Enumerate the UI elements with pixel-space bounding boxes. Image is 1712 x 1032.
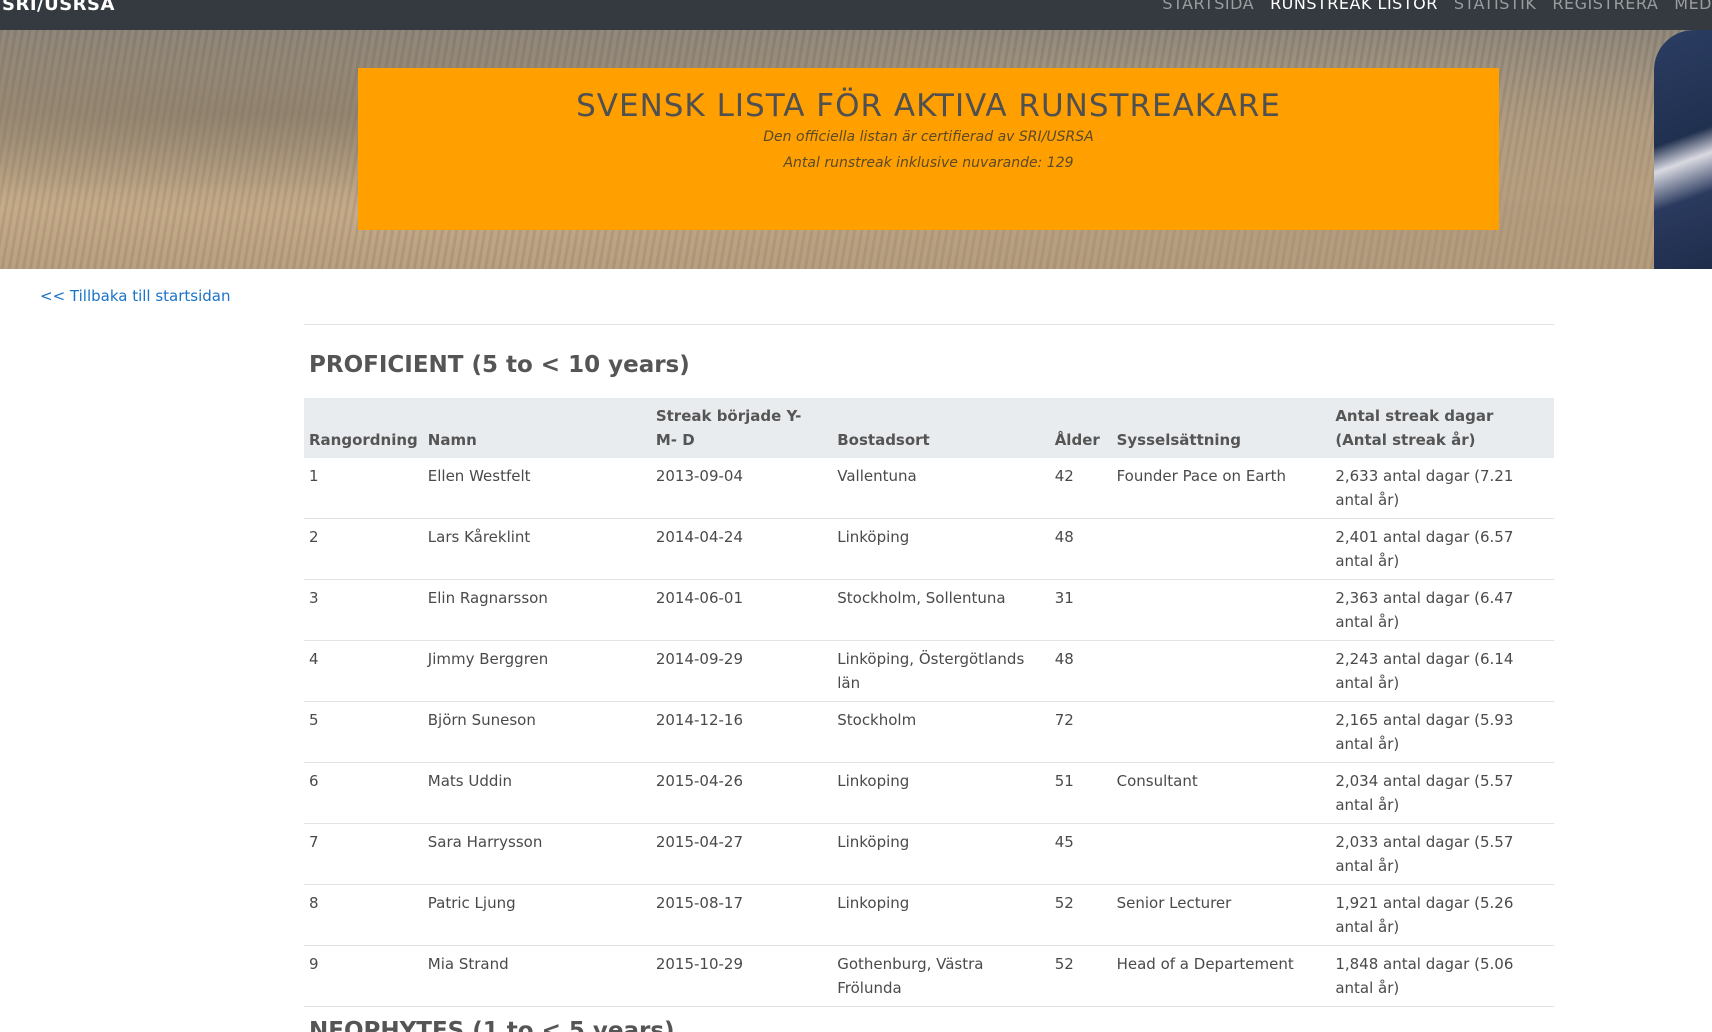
cell-age: 72	[1049, 701, 1112, 763]
top-navbar: SRI/USRSA STARTSIDA RUNSTREAK LISTOR STA…	[0, 0, 1712, 30]
table-row: 2 Lars Kåreklint 2014-04-24 Linköping 48…	[304, 518, 1554, 580]
cell-days: 2,165 antal dagar (5.93 antal år)	[1330, 701, 1554, 763]
cell-days: 1,848 antal dagar (5.06 antal år)	[1330, 945, 1554, 1007]
cell-age: 52	[1049, 884, 1112, 946]
page-title: SVENSK LISTA FÖR AKTIVA RUNSTREAKARE	[576, 88, 1281, 124]
cell-job	[1111, 579, 1331, 641]
cell-rank: 8	[304, 884, 423, 946]
table-row: 4 Jimmy Berggren 2014-09-29 Linköping, Ö…	[304, 640, 1554, 702]
cell-days: 2,633 antal dagar (7.21 antal år)	[1330, 458, 1554, 519]
cell-start: 2015-08-17	[650, 884, 833, 946]
cell-job	[1111, 823, 1331, 885]
cell-rank: 2	[304, 518, 423, 580]
cell-job: Senior Lecturer	[1111, 884, 1331, 946]
cell-days: 2,401 antal dagar (6.57 antal år)	[1330, 518, 1554, 580]
column-header-start: Streak började Y- M- D	[650, 398, 833, 458]
cell-job: Consultant	[1111, 762, 1331, 824]
cell-city: Stockholm	[832, 701, 1050, 763]
cell-name: Ellen Westfelt	[422, 458, 651, 519]
cell-city: Linköping	[832, 823, 1050, 885]
nav-link-registrera[interactable]: REGISTRERA	[1552, 0, 1658, 13]
cell-city: Linköping	[832, 518, 1050, 580]
cell-days: 2,243 antal dagar (6.14 antal år)	[1330, 640, 1554, 702]
cell-age: 51	[1049, 762, 1112, 824]
nav-link-statistik[interactable]: STATISTIK	[1454, 0, 1537, 13]
cell-start: 2014-12-16	[650, 701, 833, 763]
cell-city: Linkoping	[832, 762, 1050, 824]
table-row: 6 Mats Uddin 2015-04-26 Linkoping 51 Con…	[304, 762, 1554, 824]
cell-name: Lars Kåreklint	[422, 518, 651, 580]
divider	[304, 324, 1554, 325]
cell-age: 48	[1049, 640, 1112, 702]
cell-job	[1111, 701, 1331, 763]
back-to-start-link[interactable]: << Tillbaka till startsidan	[40, 287, 231, 305]
cell-name: Jimmy Berggren	[422, 640, 651, 702]
cell-rank: 6	[304, 762, 423, 824]
cell-city: Stockholm, Sollentuna	[832, 579, 1050, 641]
cell-age: 48	[1049, 518, 1112, 580]
column-header-age: Ålder	[1049, 398, 1112, 458]
nav-link-runstreak-listor[interactable]: RUNSTREAK LISTOR	[1270, 0, 1438, 13]
cell-age: 42	[1049, 458, 1112, 519]
cell-start: 2014-09-29	[650, 640, 833, 702]
cell-days: 1,921 antal dagar (5.26 antal år)	[1330, 884, 1554, 946]
column-header-rank: Rangordning	[304, 398, 423, 458]
table-row: 9 Mia Strand 2015-10-29 Gothenburg, Väst…	[304, 945, 1554, 1007]
banner-subtitle-certified: Den officiella listan är certifierad av …	[763, 129, 1094, 145]
nav-link-med[interactable]: MED	[1674, 0, 1712, 13]
section-title: PROFICIENT (5 to < 10 years)	[309, 352, 690, 378]
cell-start: 2013-09-04	[650, 458, 833, 519]
table-row: 1 Ellen Westfelt 2013-09-04 Vallentuna 4…	[304, 458, 1554, 519]
cell-name: Mats Uddin	[422, 762, 651, 824]
runstreak-table: Rangordning Namn Streak började Y- M- D …	[304, 398, 1554, 1007]
cell-city: Linköping, Östergötlands län	[832, 640, 1050, 702]
nav-links: STARTSIDA RUNSTREAK LISTOR STATISTIK REG…	[1162, 0, 1712, 13]
cell-days: 2,033 antal dagar (5.57 antal år)	[1330, 823, 1554, 885]
runner-image	[1654, 30, 1712, 269]
hero-image: SVENSK LISTA FÖR AKTIVA RUNSTREAKARE Den…	[0, 30, 1712, 269]
title-banner: SVENSK LISTA FÖR AKTIVA RUNSTREAKARE Den…	[358, 68, 1499, 230]
cell-age: 31	[1049, 579, 1112, 641]
table-header-row: Rangordning Namn Streak började Y- M- D …	[304, 398, 1554, 458]
cell-rank: 3	[304, 579, 423, 641]
cell-rank: 4	[304, 640, 423, 702]
table-row: 7 Sara Harrysson 2015-04-27 Linköping 45…	[304, 823, 1554, 885]
cell-job: Founder Pace on Earth	[1111, 458, 1331, 519]
column-header-city: Bostadsort	[832, 398, 1050, 458]
cell-days: 2,363 antal dagar (6.47 antal år)	[1330, 579, 1554, 641]
cell-start: 2015-04-26	[650, 762, 833, 824]
cell-city: Linkoping	[832, 884, 1050, 946]
column-header-name: Namn	[422, 398, 651, 458]
table-row: 8 Patric Ljung 2015-08-17 Linkoping 52 S…	[304, 884, 1554, 946]
cell-city: Gothenburg, Västra Frölunda	[832, 945, 1050, 1007]
cell-city: Vallentuna	[832, 458, 1050, 519]
cell-start: 2014-06-01	[650, 579, 833, 641]
cell-name: Sara Harrysson	[422, 823, 651, 885]
cell-start: 2015-10-29	[650, 945, 833, 1007]
nav-link-startsida[interactable]: STARTSIDA	[1162, 0, 1254, 13]
next-section-title: NEOPHYTES (1 to < 5 years)	[309, 1018, 675, 1032]
cell-name: Patric Ljung	[422, 884, 651, 946]
cell-name: Björn Suneson	[422, 701, 651, 763]
cell-name: Elin Ragnarsson	[422, 579, 651, 641]
column-header-days: Antal streak dagar (Antal streak år)	[1330, 398, 1554, 458]
cell-job	[1111, 640, 1331, 702]
cell-rank: 1	[304, 458, 423, 519]
cell-job	[1111, 518, 1331, 580]
banner-subtitle-count: Antal runstreak inklusive nuvarande: 129	[783, 155, 1074, 171]
brand-logo[interactable]: SRI/USRSA	[2, 0, 115, 15]
cell-days: 2,034 antal dagar (5.57 antal år)	[1330, 762, 1554, 824]
cell-start: 2015-04-27	[650, 823, 833, 885]
cell-rank: 9	[304, 945, 423, 1007]
table-row: 3 Elin Ragnarsson 2014-06-01 Stockholm, …	[304, 579, 1554, 641]
cell-age: 45	[1049, 823, 1112, 885]
cell-rank: 5	[304, 701, 423, 763]
cell-name: Mia Strand	[422, 945, 651, 1007]
cell-age: 52	[1049, 945, 1112, 1007]
cell-job: Head of a Departement	[1111, 945, 1331, 1007]
column-header-job: Sysselsättning	[1111, 398, 1331, 458]
table-row: 5 Björn Suneson 2014-12-16 Stockholm 72 …	[304, 701, 1554, 763]
cell-rank: 7	[304, 823, 423, 885]
cell-start: 2014-04-24	[650, 518, 833, 580]
